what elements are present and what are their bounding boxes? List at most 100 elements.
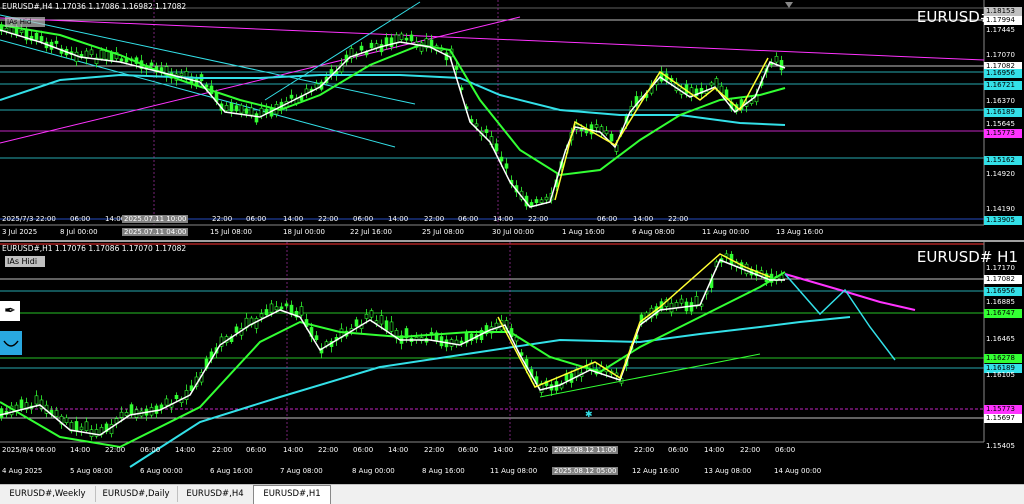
time-axis-label: 14:00 <box>493 215 514 223</box>
candle-body <box>474 123 479 127</box>
candle-body <box>384 320 389 331</box>
date-axis-label: 2025.08.12 05:00 <box>552 467 619 475</box>
time-axis-label: 22:00 <box>318 446 339 454</box>
zigzag-line <box>497 253 771 388</box>
candle-body <box>724 253 729 257</box>
candle-body <box>379 44 384 53</box>
trendline <box>0 17 985 61</box>
time-axis-label: 2025/8/4 06:00 <box>2 446 56 454</box>
time-axis-label: 06:00 <box>458 446 479 454</box>
h4-ias-hidden-button[interactable]: IAs Hid <box>5 17 45 27</box>
candle-body <box>499 156 504 162</box>
date-axis-label: 1 Aug 16:00 <box>562 228 605 236</box>
candle-body <box>19 399 24 409</box>
candle-body <box>0 408 4 419</box>
time-axis-label: 22:00 <box>105 446 126 454</box>
candle-body <box>669 302 674 313</box>
time-axis-label: 06:00 <box>668 446 689 454</box>
h1-chart-pane[interactable]: ✱ EURUSD#,H1 1.17076 1.17086 1.17070 1.1… <box>0 242 1024 484</box>
candle-body <box>529 202 534 206</box>
candle-body <box>264 309 269 316</box>
candle-body <box>369 310 374 318</box>
candle-body <box>74 421 79 432</box>
candle-body <box>244 108 249 114</box>
time-axis-label: 22:00 <box>212 446 233 454</box>
time-axis-label: 22:00 <box>318 215 339 223</box>
time-axis-label: 06:00 <box>140 446 161 454</box>
h1-ias-hidden-button[interactable]: IAs Hidi <box>5 256 45 267</box>
time-axis-label: 06:00 <box>246 446 267 454</box>
candle-body <box>609 133 614 142</box>
date-axis-label: 6 Aug 00:00 <box>140 467 183 475</box>
time-axis-label: 22:00 <box>528 446 549 454</box>
candle-body <box>504 163 509 169</box>
candle-body <box>314 83 319 89</box>
date-axis-label: 13 Aug 16:00 <box>776 228 824 236</box>
time-axis-label: 2025.08.12 11:00 <box>552 446 619 454</box>
pen-tool-icon[interactable]: ✒ <box>0 301 20 321</box>
tab-eurusd-h4[interactable]: EURUSD#,H4 <box>177 486 254 502</box>
tab-eurusd-weekly[interactable]: EURUSD#,Weekly <box>0 486 96 502</box>
price-tick: 1.16105 <box>986 371 1015 379</box>
tab-eurusd-daily[interactable]: EURUSD#,Daily <box>95 486 178 502</box>
time-axis-label: 14:00 <box>283 446 304 454</box>
moving-average-slow <box>129 316 851 468</box>
price-tag: 1.18153 <box>984 7 1022 16</box>
candle-body <box>89 49 94 56</box>
time-axis-label: 2025.07.11 10:00 <box>122 215 189 223</box>
date-axis-label: 4 Aug 2025 <box>2 467 43 475</box>
candle-body <box>34 395 39 405</box>
h4-chart-pane[interactable]: EURUSD#,H4 1.17036 1.17086 1.16982 1.170… <box>0 0 1024 242</box>
time-axis-label: 14:00 <box>493 446 514 454</box>
time-axis-label: 06:00 <box>458 215 479 223</box>
candle-body <box>39 36 44 42</box>
time-axis-label: 22:00 <box>740 446 761 454</box>
triangle-marker-icon <box>785 2 793 8</box>
date-axis-label: 8 Jul 00:00 <box>60 228 98 236</box>
tab-eurusd-h1[interactable]: EURUSD#,H1 <box>253 485 331 504</box>
candle-body <box>104 51 109 60</box>
candle-body <box>54 40 59 44</box>
price-tick: 1.17070 <box>986 51 1015 59</box>
time-axis-label: 22:00 <box>528 215 549 223</box>
price-tick: 1.15645 <box>986 120 1015 128</box>
price-tick: 1.16885 <box>986 298 1015 306</box>
candle-body <box>369 42 374 49</box>
candle-body <box>149 62 154 66</box>
price-tick: 1.14190 <box>986 205 1015 213</box>
price-tag: 1.15773 <box>984 405 1022 414</box>
candle-body <box>224 105 229 111</box>
candle-body <box>544 196 549 201</box>
candle-body <box>164 398 169 406</box>
price-tag: 1.16956 <box>984 287 1022 296</box>
candle-body <box>399 33 404 40</box>
time-axis-label: 22:00 <box>424 446 445 454</box>
price-tag: 1.16956 <box>984 69 1022 78</box>
cup-tool-icon[interactable] <box>0 331 22 355</box>
candle-body <box>129 404 134 415</box>
chart-tab-bar: EURUSD#,Weekly EURUSD#,Daily EURUSD#,H4 … <box>0 484 1024 504</box>
candle-body <box>269 303 274 313</box>
candle-body <box>254 318 259 329</box>
candle-body <box>284 303 289 307</box>
h4-chart-canvas[interactable] <box>0 0 1024 240</box>
candle-body <box>79 54 84 57</box>
candle-body <box>744 263 749 275</box>
trendline <box>0 16 521 144</box>
time-axis-label: 22:00 <box>668 215 689 223</box>
candle-body <box>34 32 39 40</box>
date-axis-label: 22 Jul 16:00 <box>350 228 392 236</box>
date-axis-label: 6 Aug 08:00 <box>632 228 675 236</box>
date-axis-label: 12 Aug 16:00 <box>632 467 680 475</box>
candle-body <box>99 50 104 59</box>
time-axis-label: 14:00 <box>388 446 409 454</box>
candle-body <box>119 411 124 418</box>
price-tag: 1.15697 <box>984 414 1022 423</box>
date-axis-label: 3 Jul 2025 <box>2 228 38 236</box>
candle-body <box>594 124 599 128</box>
candle-body <box>779 60 784 71</box>
candle-body <box>279 306 284 310</box>
price-tag: 1.15162 <box>984 156 1022 165</box>
price-tick: 1.14920 <box>986 170 1015 178</box>
candle-body <box>329 69 334 75</box>
